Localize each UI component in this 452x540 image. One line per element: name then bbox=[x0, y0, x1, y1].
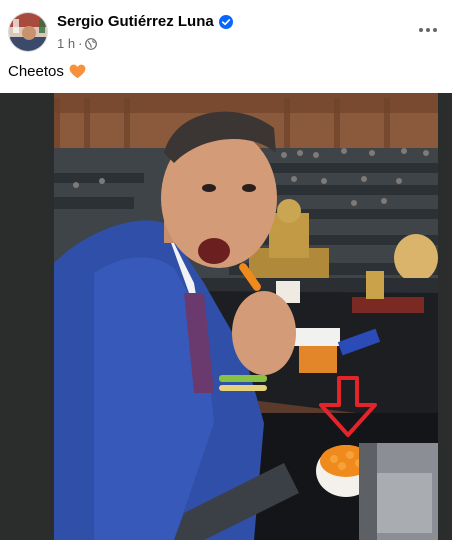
author-name-row: Sergio Gutiérrez Luna bbox=[57, 13, 233, 30]
globe-icon[interactable] bbox=[85, 37, 98, 50]
post-caption: Cheetos bbox=[8, 63, 86, 80]
post-photo[interactable] bbox=[54, 93, 438, 540]
post-header: Sergio Gutiérrez Luna 1 h · bbox=[0, 0, 452, 60]
post-photo-container bbox=[0, 93, 452, 540]
caption-text: Cheetos bbox=[8, 63, 64, 80]
facebook-post: Sergio Gutiérrez Luna 1 h · Cheetos bbox=[0, 0, 452, 540]
meta-separator: · bbox=[78, 36, 83, 51]
post-time[interactable]: 1 h bbox=[57, 36, 75, 51]
avatar[interactable] bbox=[8, 12, 48, 52]
orange-heart-icon bbox=[69, 64, 86, 79]
photo-letterbox-left bbox=[0, 93, 54, 540]
photo-letterbox-right bbox=[438, 93, 452, 540]
post-meta: 1 h · bbox=[57, 36, 98, 51]
author-name[interactable]: Sergio Gutiérrez Luna bbox=[57, 13, 214, 30]
more-options-icon[interactable] bbox=[416, 18, 440, 42]
verified-badge-icon bbox=[218, 14, 233, 29]
